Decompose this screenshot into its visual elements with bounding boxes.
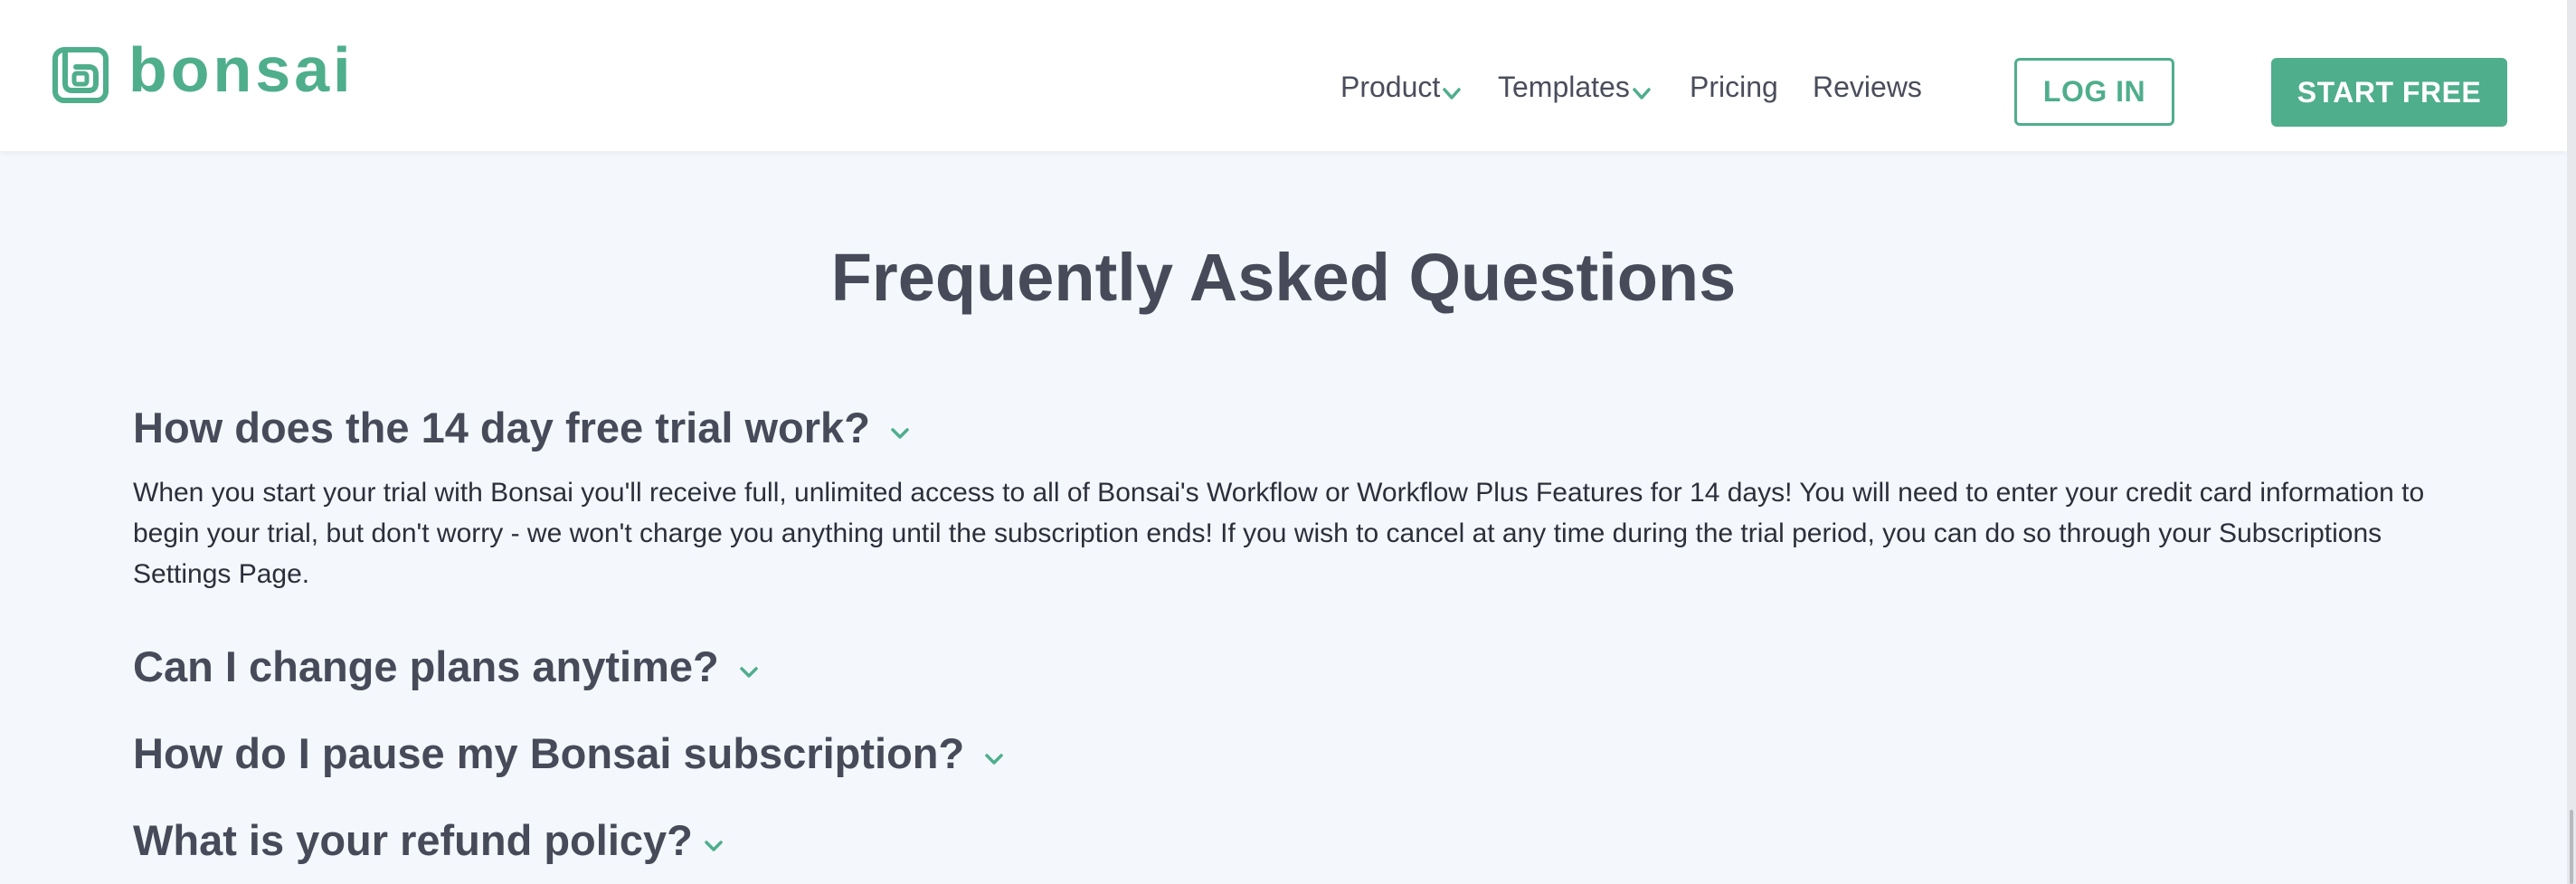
nav-templates[interactable]: Templates xyxy=(1498,71,1652,104)
start-free-button[interactable]: START FREE xyxy=(2271,58,2507,127)
faq-question-label: What is your refund policy? xyxy=(133,816,693,864)
chevron-down-icon xyxy=(1443,87,1462,100)
nav-pricing-label: Pricing xyxy=(1690,71,1778,103)
faq-answer-free-trial: When you start your trial with Bonsai yo… xyxy=(133,478,2425,589)
faq-question-change-plans[interactable]: Can I change plans anytime? xyxy=(133,640,761,694)
chevron-down-icon xyxy=(891,428,909,439)
faq-question-label: How does the 14 day free trial work? xyxy=(133,404,870,452)
login-button[interactable]: LOG IN xyxy=(2014,58,2174,126)
bonsai-logo[interactable]: bonsai xyxy=(52,38,355,103)
nav-templates-label: Templates xyxy=(1498,71,1630,103)
faq-title: Frequently Asked Questions xyxy=(830,240,1737,315)
chevron-down-icon xyxy=(985,754,1003,765)
nav-product-label: Product xyxy=(1340,71,1441,103)
chevron-down-icon xyxy=(739,667,758,678)
chevron-down-icon xyxy=(1633,87,1651,100)
faq-question-label: Can I change plans anytime? xyxy=(133,642,719,690)
faq-question-free-trial[interactable]: How does the 14 day free trial work? xyxy=(133,401,912,455)
page-scrollbar[interactable] xyxy=(2567,0,2576,884)
nav-reviews-label: Reviews xyxy=(1813,71,1922,103)
nav-product[interactable]: Product xyxy=(1340,71,1462,104)
nav-pricing[interactable]: Pricing xyxy=(1690,71,1778,104)
site-header: bonsai Product Templates Pricing Reviews… xyxy=(0,0,2567,151)
brand-name: bonsai xyxy=(128,34,355,105)
faq-question-label: How do I pause my Bonsai subscription? xyxy=(133,729,965,777)
bonsai-logo-icon xyxy=(52,47,109,103)
nav-reviews[interactable]: Reviews xyxy=(1813,71,1922,104)
faq-question-refund-policy[interactable]: What is your refund policy? xyxy=(133,813,725,868)
chevron-down-icon xyxy=(705,841,723,851)
faq-question-pause-subscription[interactable]: How do I pause my Bonsai subscription? xyxy=(133,727,1006,781)
